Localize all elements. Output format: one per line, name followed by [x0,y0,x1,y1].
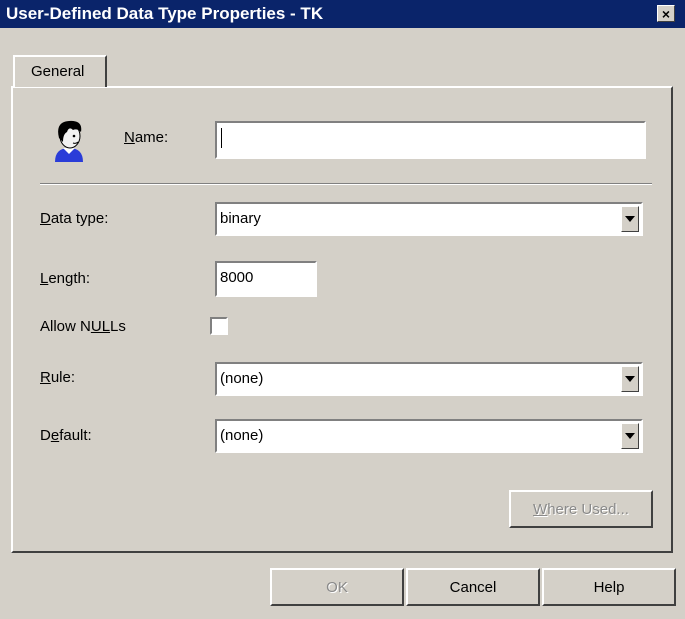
length-value: 8000 [220,269,254,286]
where-used-button[interactable]: Where Used... [509,490,653,528]
tab-general[interactable]: General [13,55,107,87]
cancel-label: Cancel [449,578,497,596]
person-icon [55,120,83,162]
name-label: Name: [124,129,169,146]
default-dropdown-button[interactable] [621,423,639,449]
cancel-button[interactable]: Cancel [406,568,540,606]
text-caret [221,128,222,148]
where-used-label: Where Used... [533,500,629,518]
close-icon: × [661,5,671,22]
close-button[interactable]: × [657,5,675,22]
data-type-select[interactable]: binary [215,202,643,236]
ok-button[interactable]: OK [270,568,404,606]
chevron-down-icon [625,216,635,222]
data-type-label: Data type: [40,210,109,227]
default-select[interactable]: (none) [215,419,643,453]
default-value: (none) [220,427,264,444]
rule-select[interactable]: (none) [215,362,643,396]
rule-dropdown-button[interactable] [621,366,639,392]
title-bar: User-Defined Data Type Properties - TK × [0,0,685,28]
help-button[interactable]: Help [542,568,676,606]
tab-general-label: General [31,63,85,80]
window-title: User-Defined Data Type Properties - TK [6,4,324,23]
separator [40,183,652,185]
length-label: Length: [40,270,91,287]
length-field[interactable]: 8000 [215,261,317,297]
allow-nulls-label: Allow NULLs [40,318,126,335]
rule-value: (none) [220,370,264,387]
default-label: Default: [40,427,92,444]
ok-label: OK [326,578,348,596]
data-type-dropdown-button[interactable] [621,206,639,232]
help-label: Help [593,578,625,596]
data-type-value: binary [220,210,261,227]
allow-nulls-checkbox[interactable] [210,317,228,335]
chevron-down-icon [625,433,635,439]
chevron-down-icon [625,376,635,382]
name-field[interactable] [215,121,646,159]
rule-label: Rule: [40,369,76,386]
